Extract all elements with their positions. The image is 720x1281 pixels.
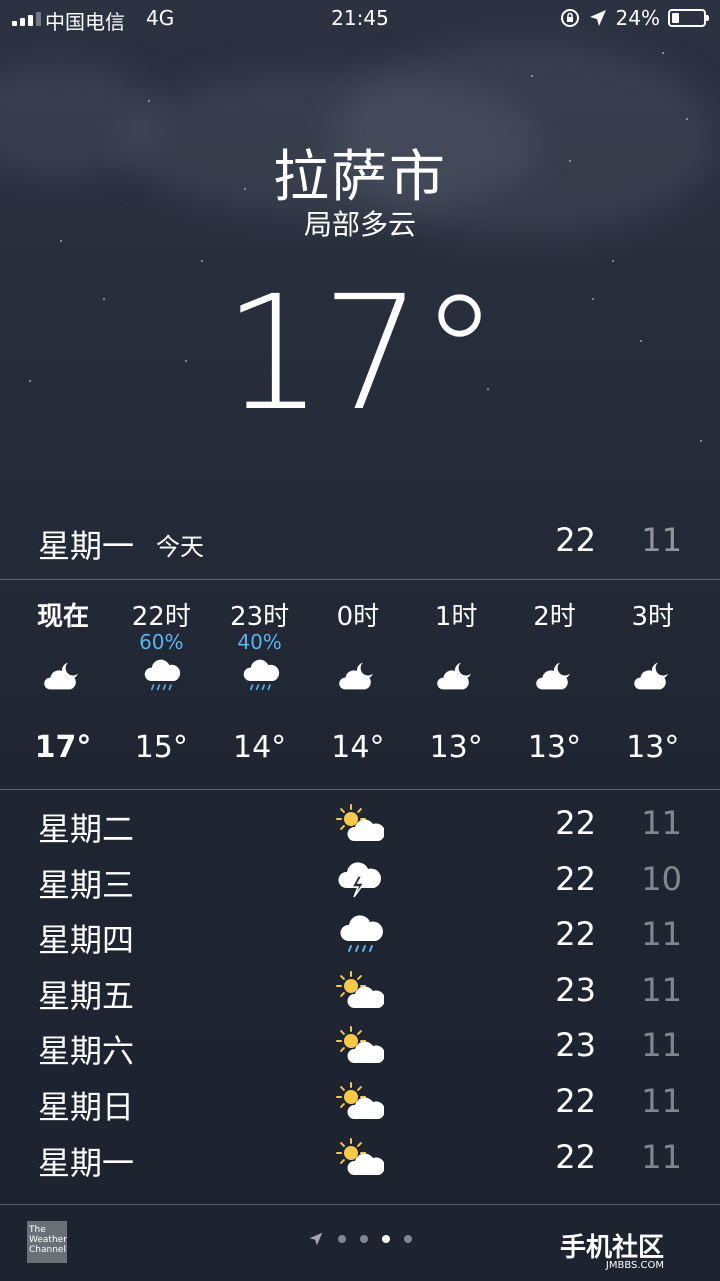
thunderstorm-icon bbox=[336, 860, 384, 900]
daily-row: 星期日 22 11 bbox=[0, 1074, 720, 1130]
partly-sunny-icon bbox=[336, 1082, 386, 1122]
hour-label: 22时 bbox=[131, 602, 191, 632]
day-high: 22 bbox=[555, 1082, 596, 1120]
day-high: 23 bbox=[555, 970, 596, 1009]
precip-chance: 60% bbox=[139, 630, 184, 654]
current-temperature: 17° bbox=[222, 262, 499, 446]
page-dot[interactable] bbox=[338, 1235, 346, 1243]
day-high: 22 bbox=[555, 804, 596, 842]
page-dot[interactable] bbox=[404, 1235, 412, 1243]
day-name: 星期日 bbox=[38, 1088, 135, 1126]
rain-icon bbox=[240, 656, 280, 696]
daily-row: 星期二 22 11 bbox=[0, 796, 720, 852]
hour-label: 2时 bbox=[533, 602, 576, 632]
day-low: 11 bbox=[641, 804, 682, 842]
day-name: 星期六 bbox=[38, 1032, 135, 1071]
battery-percent: 24% bbox=[615, 6, 660, 30]
page-dot[interactable] bbox=[382, 1235, 390, 1243]
daily-row: 星期五 23 11 bbox=[0, 963, 720, 1019]
partly-cloudy-night-icon bbox=[633, 656, 673, 696]
day-high: 22 bbox=[555, 1137, 596, 1176]
day-low: 11 bbox=[641, 1082, 682, 1120]
hour-label: 0时 bbox=[336, 602, 380, 632]
page-dot[interactable] bbox=[360, 1235, 368, 1243]
day-name: 星期五 bbox=[38, 976, 135, 1015]
day-low: 11 bbox=[641, 970, 682, 1009]
day-name: 星期四 bbox=[38, 921, 135, 960]
location-arrow-icon bbox=[589, 10, 606, 26]
hour-temp: 13° bbox=[626, 730, 680, 765]
today-row: 星期一 今天 22 11 bbox=[0, 515, 720, 577]
day-low: 10 bbox=[641, 859, 682, 898]
day-low: 11 bbox=[641, 1026, 682, 1065]
hourly-forecast[interactable]: 现在 17° 22时 60% 15° 23时 40% 14° 0时 14° 1时 13° 2时 13° 3时… bbox=[0, 580, 720, 789]
partly-cloudy-night-icon bbox=[535, 656, 575, 696]
daily-row: 星期四 22 11 bbox=[0, 907, 720, 963]
partly-sunny-icon bbox=[336, 1137, 386, 1178]
day-high: 23 bbox=[555, 1026, 596, 1065]
day-high: 22 bbox=[555, 915, 596, 954]
precip-chance: 40% bbox=[237, 630, 282, 654]
divider bbox=[0, 789, 720, 790]
day-high: 22 bbox=[555, 859, 596, 898]
day-name: 星期三 bbox=[38, 865, 135, 904]
day-name: 星期一 bbox=[38, 1143, 135, 1182]
battery-icon bbox=[668, 9, 709, 27]
daily-row: 星期六 23 11 bbox=[0, 1018, 720, 1074]
day-name: 星期二 bbox=[38, 810, 135, 848]
page-indicator[interactable] bbox=[308, 1231, 412, 1247]
partly-cloudy-night-icon bbox=[338, 656, 378, 696]
partly-cloudy-night-icon bbox=[43, 656, 83, 696]
today-day: 星期一 bbox=[38, 527, 135, 565]
partly-sunny-icon bbox=[336, 1026, 386, 1066]
today-high: 22 bbox=[555, 521, 596, 559]
hour-temp: 14° bbox=[331, 730, 385, 765]
daily-row: 星期三 22 10 bbox=[0, 852, 720, 908]
day-low: 11 bbox=[641, 915, 682, 954]
partly-sunny-icon bbox=[336, 804, 386, 844]
hour-temp: 13° bbox=[429, 730, 483, 765]
hour-temp: 17° bbox=[34, 730, 92, 765]
weather-condition: 局部多云 bbox=[303, 208, 416, 241]
weather-channel-logo[interactable]: The Weather Channel bbox=[27, 1221, 67, 1263]
bottom-toolbar: The Weather Channel 手机社区 JMBBS.COM bbox=[0, 1204, 720, 1281]
day-low: 11 bbox=[641, 1137, 682, 1176]
hour-label: 1时 bbox=[434, 602, 478, 632]
daily-row: 星期一 22 11 bbox=[0, 1130, 720, 1186]
hour-label: 现在 bbox=[36, 602, 89, 632]
city-name: 拉萨市 bbox=[273, 145, 447, 210]
rain-icon bbox=[141, 656, 181, 696]
partly-cloudy-night-icon bbox=[436, 656, 476, 696]
watermark: 手机社区 JMBBS.COM bbox=[560, 1233, 665, 1271]
partly-sunny-icon bbox=[336, 970, 386, 1011]
orientation-lock-icon bbox=[560, 9, 579, 27]
hour-temp: 15° bbox=[134, 730, 188, 765]
location-arrow-icon bbox=[309, 1232, 323, 1246]
status-bar: 中国电信 4G 21:45 24% bbox=[0, 0, 720, 38]
hour-temp: 13° bbox=[527, 730, 582, 765]
hour-label: 3时 bbox=[631, 602, 675, 632]
today-low: 11 bbox=[641, 521, 682, 559]
hour-temp: 14° bbox=[233, 730, 287, 765]
rain-icon bbox=[336, 915, 384, 955]
today-label: 今天 bbox=[156, 533, 204, 561]
hour-label: 23时 bbox=[230, 602, 290, 632]
